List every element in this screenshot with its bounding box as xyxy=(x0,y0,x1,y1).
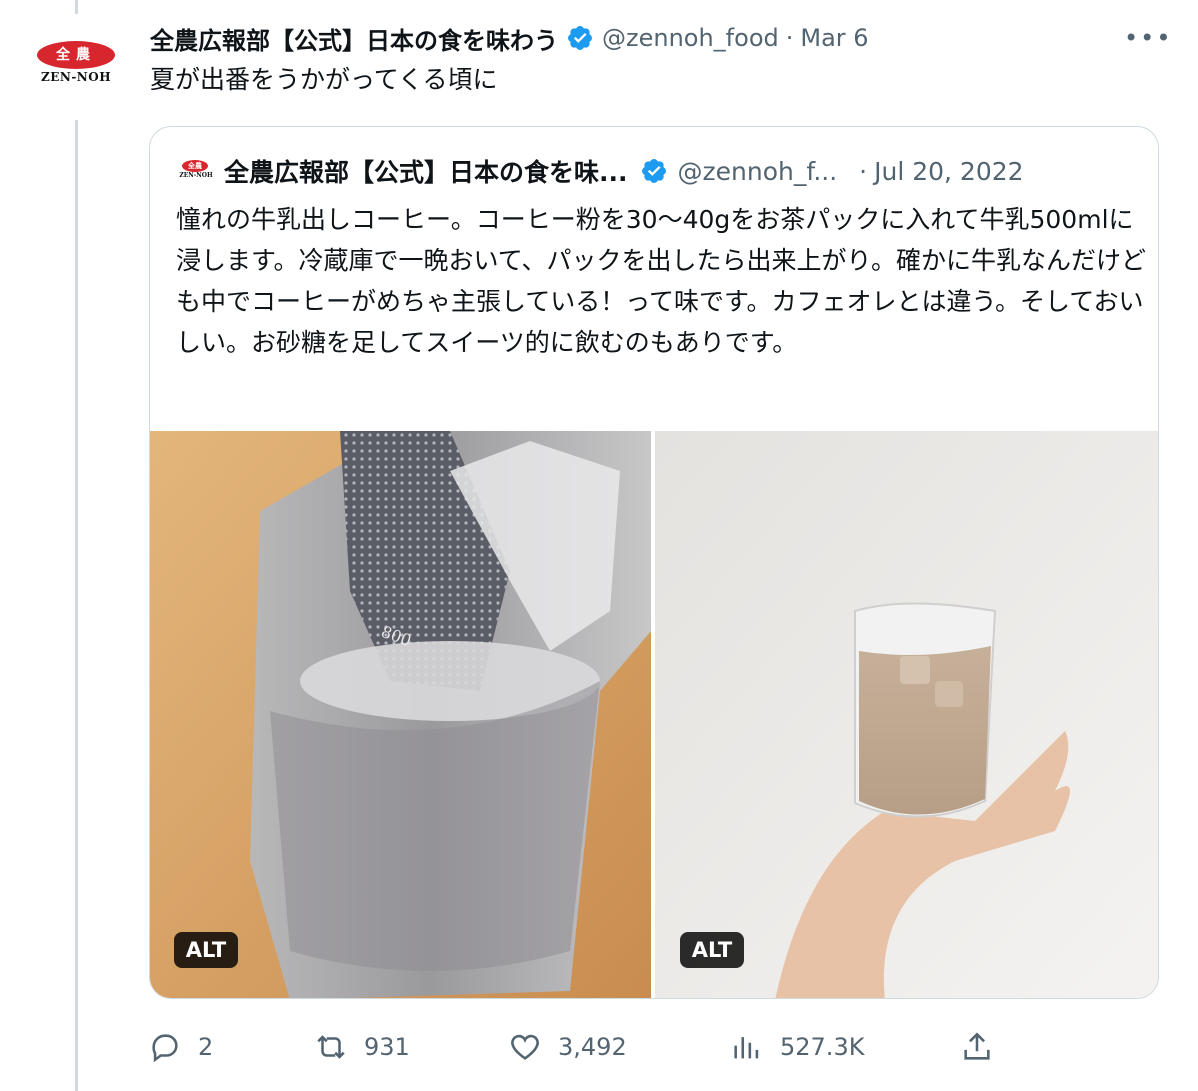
verified-badge-icon xyxy=(568,26,592,50)
glass-photo-illustration xyxy=(655,431,1158,998)
share-button[interactable] xyxy=(960,1022,994,1072)
reply-count: 2 xyxy=(198,1033,214,1061)
retweet-count: 931 xyxy=(364,1033,410,1061)
share-icon xyxy=(964,1032,990,1060)
avatar[interactable]: 全農 ZEN-NOH xyxy=(34,40,118,92)
quoted-tweet-date: Jul 20, 2022 xyxy=(874,156,1024,186)
thread-line-bottom xyxy=(75,120,78,1091)
bottle-photo-illustration: 800 xyxy=(150,431,651,998)
user-handle[interactable]: @zennoh_food xyxy=(602,24,779,52)
retweet-icon xyxy=(317,1035,345,1059)
quoted-avatar-mark: 全農 xyxy=(182,160,208,172)
like-button[interactable]: 3,492 xyxy=(508,1022,627,1072)
media-photo-bottle[interactable]: 800 xyxy=(150,431,651,998)
avatar-brand: ZEN-NOH xyxy=(40,70,112,84)
quoted-display-name: 全農広報部【公式】日本の食を味... xyxy=(224,158,628,187)
like-count: 3,492 xyxy=(558,1033,627,1061)
views-button[interactable]: 527.3K xyxy=(730,1022,864,1072)
more-options-icon[interactable]: ••• xyxy=(1124,26,1170,50)
quoted-tweet[interactable]: 全農 ZEN-NOH 全農広報部【公式】日本の食を味... @zennoh_f.… xyxy=(149,126,1159,999)
quoted-tweet-text: 憧れの牛乳出しコーヒー。コーヒー粉を30〜40gをお茶パックに入れて牛乳500m… xyxy=(176,205,1147,357)
separator-dot: · xyxy=(859,156,868,186)
display-name[interactable]: 全農広報部【公式】日本の食を味わう xyxy=(150,21,558,56)
alt-badge-photo-1[interactable]: ALT xyxy=(174,932,238,968)
quoted-avatar: 全農 ZEN-NOH xyxy=(176,158,216,184)
views-count: 527.3K xyxy=(780,1033,865,1061)
tweet-header: 全農広報部【公式】日本の食を味わう @zennoh_food · Mar 6 xyxy=(150,20,869,56)
tweet-text: 夏が出番をうかがってくる頃に xyxy=(150,65,498,94)
retweet-button[interactable]: 931 xyxy=(314,1022,410,1072)
quoted-tweet-header: 全農 ZEN-NOH 全農広報部【公式】日本の食を味... @zennoh_f.… xyxy=(176,153,1024,189)
quoted-user-handle: @zennoh_f... xyxy=(677,156,838,186)
avatar-mark: 全農 xyxy=(37,41,115,69)
reply-button[interactable]: 2 xyxy=(148,1022,213,1072)
quoted-avatar-brand: ZEN-NOH xyxy=(179,172,213,179)
tweet-actions: 2 931 3,492 527.3K xyxy=(148,1022,1158,1072)
tweet-date[interactable]: Mar 6 xyxy=(800,24,868,52)
thread-line-top xyxy=(75,0,78,14)
media-photo-glass[interactable] xyxy=(655,431,1158,998)
alt-badge-photo-2[interactable]: ALT xyxy=(680,932,744,968)
verified-badge-icon xyxy=(641,159,666,183)
separator-dot: · xyxy=(785,24,794,52)
heart-icon xyxy=(511,1034,539,1060)
views-chart-icon xyxy=(734,1037,759,1059)
reply-icon xyxy=(152,1034,178,1063)
